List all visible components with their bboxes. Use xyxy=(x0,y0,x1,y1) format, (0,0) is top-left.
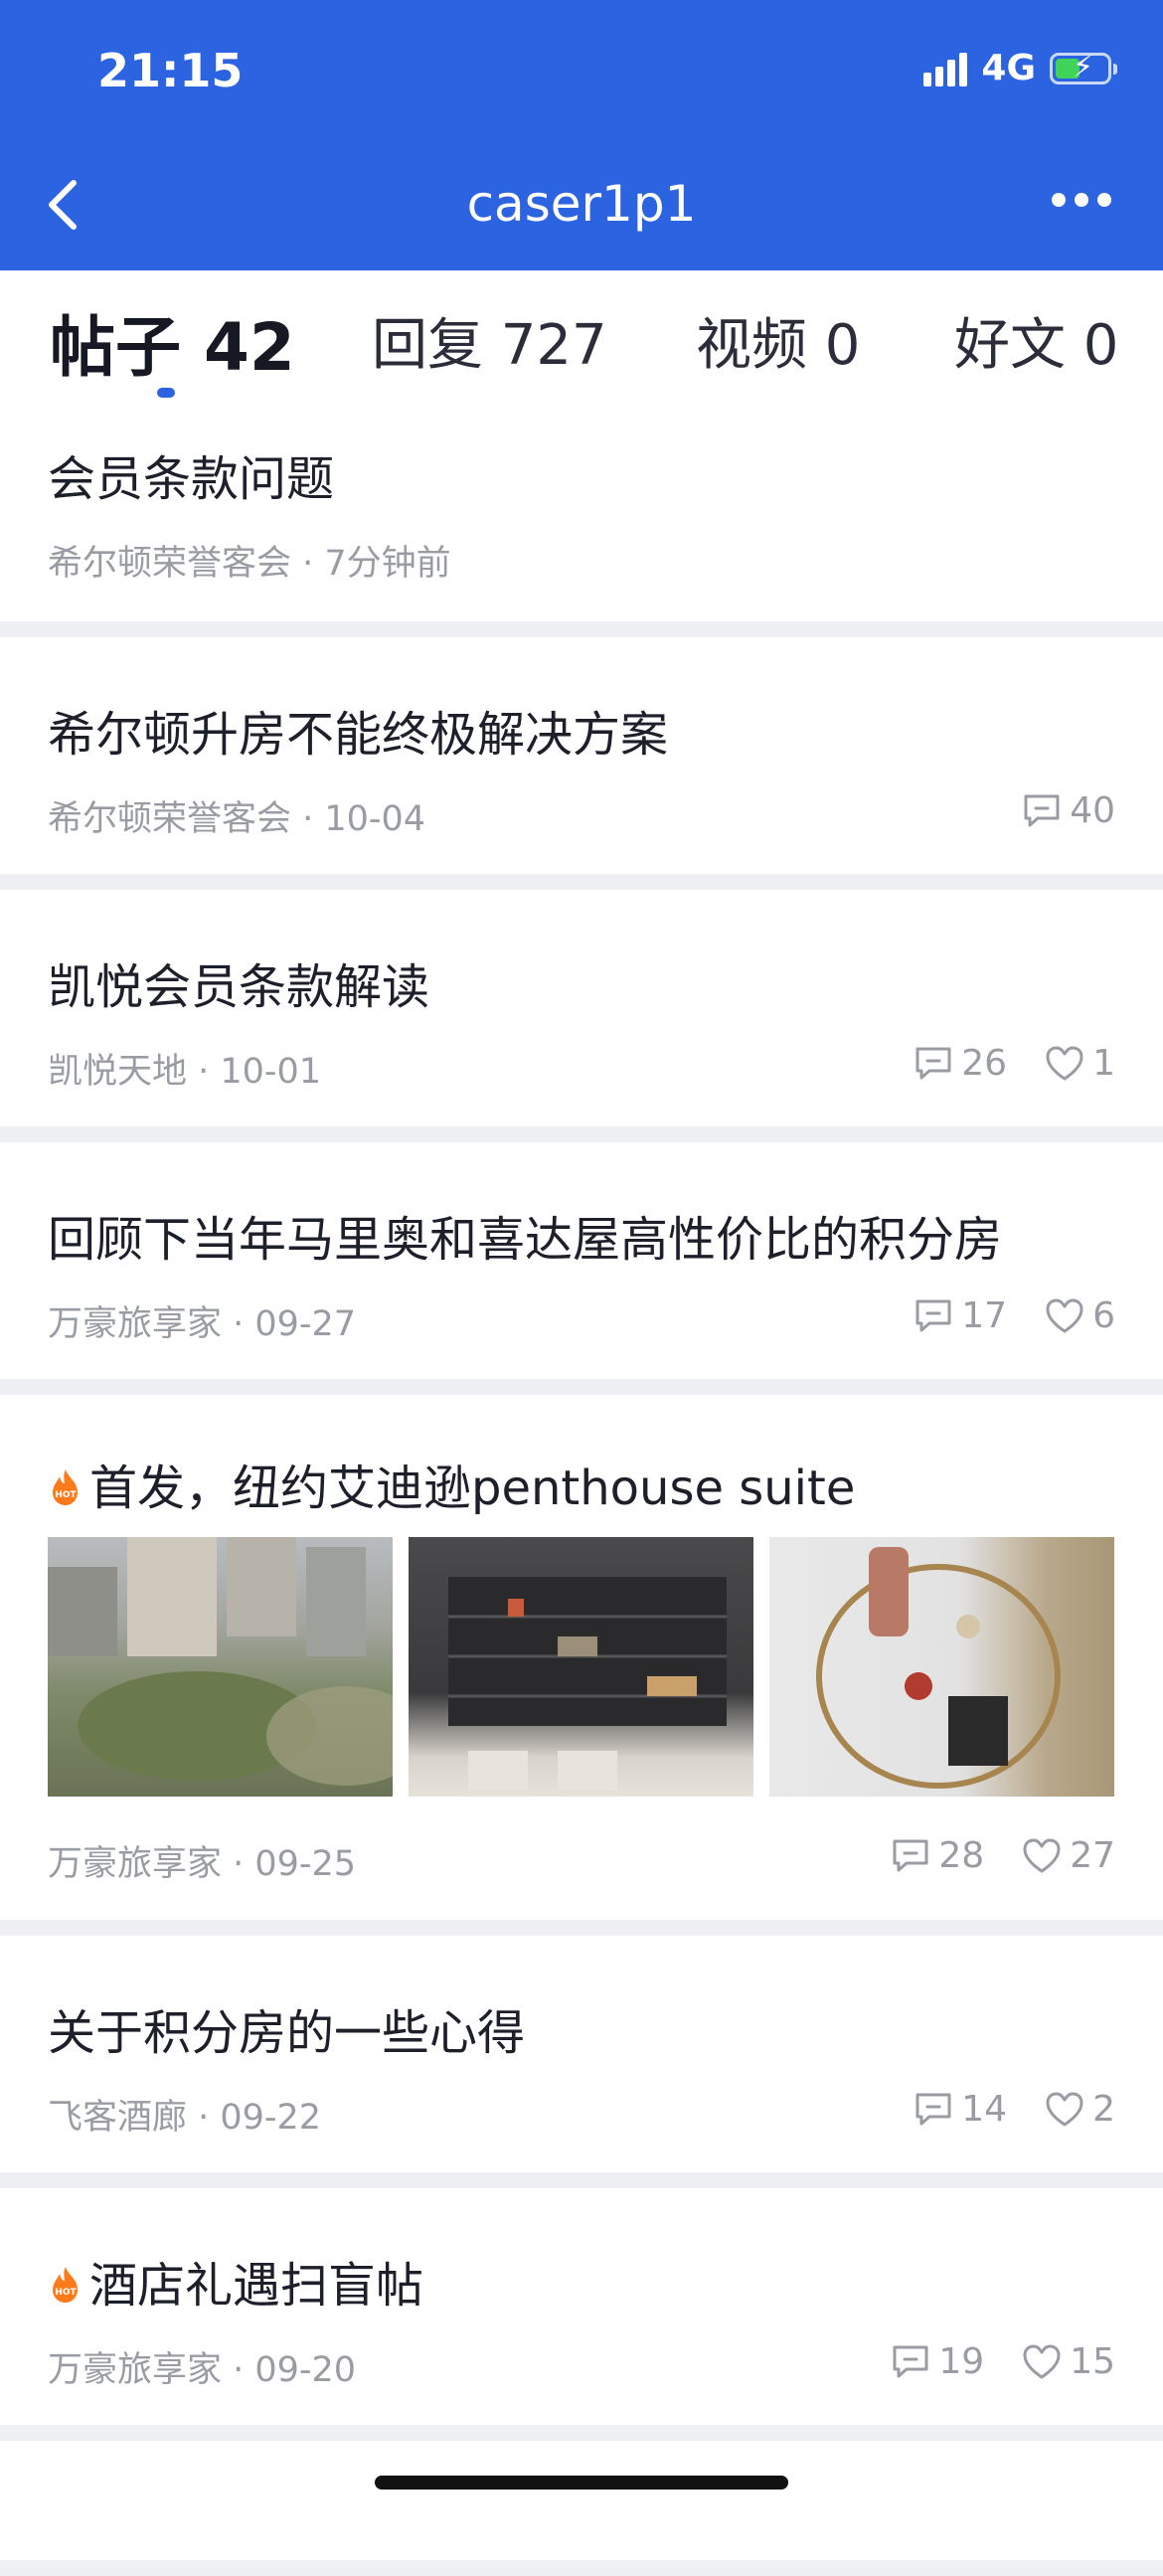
heart-icon xyxy=(1023,1838,1061,1872)
post-title: HOT 首发，纽约艾迪逊penthouse suite xyxy=(48,1449,855,1518)
comment-count: 14 xyxy=(914,2089,1007,2130)
post-meta: 万豪旅享家 · 09-20 xyxy=(48,2350,357,2390)
post-item[interactable] xyxy=(0,2441,1163,2560)
comment-icon xyxy=(915,1299,951,1331)
post-item[interactable]: HOT 首发，纽约艾迪逊penthouse suite 万豪旅享家 · 09-2… xyxy=(0,1395,1163,1920)
home-indicator[interactable] xyxy=(375,2476,788,2490)
more-dots-icon xyxy=(1052,193,1066,207)
comment-icon xyxy=(893,1839,928,1871)
post-meta: 凯悦天地 · 10-01 xyxy=(48,1052,322,1092)
post-stats: 19 15 xyxy=(853,2341,1115,2382)
post-item[interactable]: 凯悦会员条款解读 凯悦天地 · 10-01 26 1 xyxy=(0,890,1163,1126)
like-count[interactable]: 2 xyxy=(1045,2089,1115,2130)
post-meta: 希尔顿荣誉客会 · 10-04 xyxy=(48,799,426,839)
post-image[interactable] xyxy=(769,1537,1114,1797)
heart-icon xyxy=(1046,1046,1083,1080)
hot-fire-icon: HOT xyxy=(48,2261,83,2303)
svg-text:HOT: HOT xyxy=(55,1490,77,1500)
tab-replies[interactable]: 回复 727 xyxy=(372,300,607,381)
heart-icon xyxy=(1046,1298,1083,1332)
post-title: 关于积分房的一些心得 xyxy=(48,2005,526,2061)
more-options-button[interactable] xyxy=(1052,193,1111,207)
heart-icon xyxy=(1046,2092,1083,2126)
comment-count: 19 xyxy=(891,2341,984,2382)
post-meta: 万豪旅享家 · 09-27 xyxy=(48,1304,357,1344)
comment-count: 26 xyxy=(914,1043,1007,1084)
post-item[interactable]: 希尔顿升房不能终极解决方案 希尔顿荣誉客会 · 10-04 40 xyxy=(0,637,1163,874)
post-stats: 28 27 xyxy=(853,1835,1115,1876)
comment-count: 40 xyxy=(1022,790,1115,831)
tab-bar: 帖子 42 回复 727 视频 0 好文 0 xyxy=(0,270,1163,410)
post-meta: 万豪旅享家 · 09-25 xyxy=(48,1844,357,1884)
app-header: 21:15 4G ⚡ caser1p1 xyxy=(0,0,1163,270)
post-title: 凯悦会员条款解读 xyxy=(48,959,430,1015)
like-count[interactable]: 27 xyxy=(1022,1835,1115,1876)
post-image[interactable] xyxy=(48,1537,393,1797)
comment-icon xyxy=(915,2093,951,2125)
post-image[interactable] xyxy=(409,1537,753,1797)
post-stats: 26 1 xyxy=(876,1043,1115,1084)
status-time: 21:15 xyxy=(97,44,244,97)
post-stats: 40 xyxy=(984,790,1115,831)
tab-good-articles[interactable]: 好文 0 xyxy=(954,300,1118,381)
heart-icon xyxy=(1023,2344,1061,2378)
post-title: 会员条款问题 xyxy=(48,451,335,507)
post-meta: 飞客酒廊 · 09-22 xyxy=(48,2098,322,2138)
comment-count: 17 xyxy=(914,1295,1007,1336)
page-title: caser1p1 xyxy=(466,175,697,233)
like-count[interactable]: 1 xyxy=(1045,1043,1115,1084)
post-title: HOT 酒店礼遇扫盲帖 xyxy=(48,2246,423,2316)
like-count[interactable]: 15 xyxy=(1022,2341,1115,2382)
hot-fire-icon: HOT xyxy=(48,1463,83,1505)
post-stats: 14 2 xyxy=(876,2089,1115,2130)
svg-text:HOT: HOT xyxy=(55,2288,77,2298)
post-image-gallery xyxy=(48,1537,1114,1797)
comment-icon xyxy=(893,2345,928,2377)
status-indicators: 4G ⚡ xyxy=(923,48,1117,88)
tab-videos[interactable]: 视频 0 xyxy=(696,300,860,381)
tab-posts[interactable]: 帖子 42 xyxy=(50,294,295,390)
post-item[interactable]: 回顾下当年马里奥和喜达屋高性价比的积分房 万豪旅享家 · 09-27 17 6 xyxy=(0,1142,1163,1379)
comment-icon xyxy=(1024,794,1060,826)
post-meta: 希尔顿荣誉客会 · 7分钟前 xyxy=(48,544,451,584)
active-tab-indicator xyxy=(157,388,175,398)
battery-icon: ⚡ xyxy=(1050,50,1117,85)
post-item[interactable]: 会员条款问题 希尔顿荣誉客会 · 7分钟前 xyxy=(0,410,1163,621)
post-item[interactable]: HOT 酒店礼遇扫盲帖 万豪旅享家 · 09-20 19 15 xyxy=(0,2188,1163,2425)
network-type: 4G xyxy=(981,48,1036,88)
post-list: 会员条款问题 希尔顿荣誉客会 · 7分钟前 希尔顿升房不能终极解决方案 希尔顿荣… xyxy=(0,410,1163,2576)
like-count[interactable]: 6 xyxy=(1045,1295,1115,1336)
signal-icon xyxy=(923,51,968,86)
post-item[interactable]: 关于积分房的一些心得 飞客酒廊 · 09-22 14 2 xyxy=(0,1936,1163,2172)
post-stats: 17 6 xyxy=(876,1295,1115,1336)
comment-icon xyxy=(915,1047,951,1079)
post-title: 希尔顿升房不能终极解决方案 xyxy=(48,707,669,763)
comment-count: 28 xyxy=(891,1835,984,1876)
post-title: 回顾下当年马里奥和喜达屋高性价比的积分房 xyxy=(48,1212,1003,1268)
